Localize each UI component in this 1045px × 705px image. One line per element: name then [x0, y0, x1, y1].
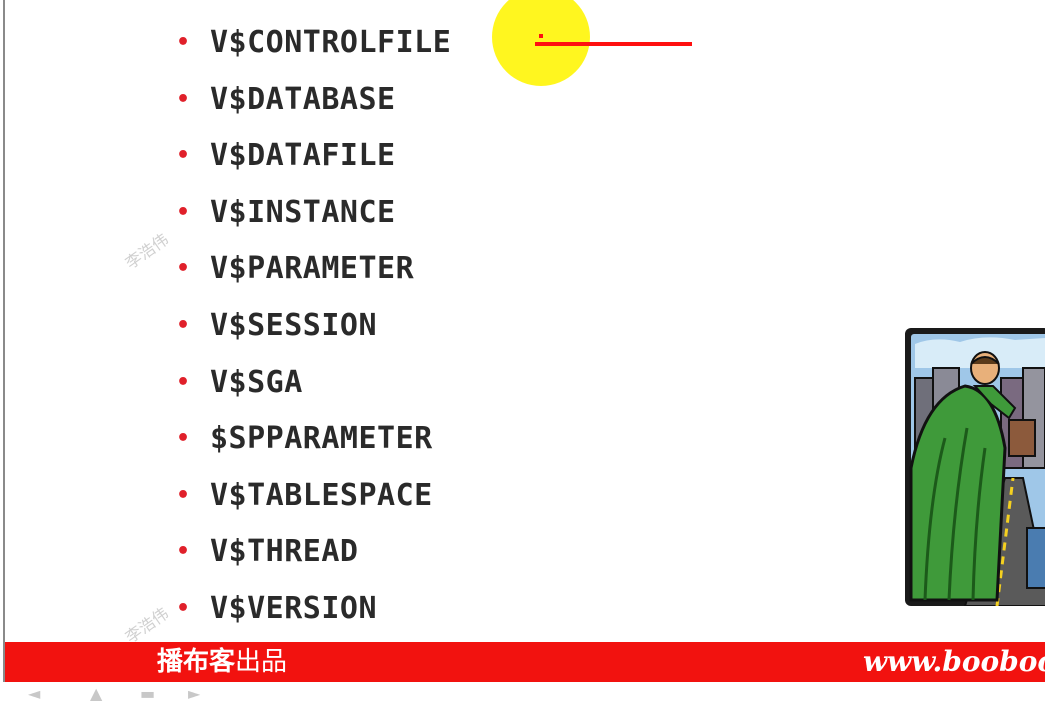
list-item: • $SPPARAMETER: [176, 416, 451, 473]
nav-up-icon[interactable]: ▲: [90, 684, 102, 703]
bullet-icon: •: [176, 482, 191, 508]
bullet-icon: •: [176, 369, 191, 395]
bullet-icon: •: [176, 426, 191, 452]
bullet-icon: •: [176, 143, 191, 169]
slide-nav-strip: ◄ ▲ ▬ ►: [0, 682, 1045, 705]
city-street-clipart-icon: [905, 328, 1045, 606]
bullet-icon: •: [176, 86, 191, 112]
bullet-icon: •: [176, 199, 191, 225]
list-item-label: V$DATABASE: [210, 81, 396, 117]
list-item-label: V$PARAMETER: [210, 251, 415, 287]
list-item: • V$VERSION: [176, 586, 451, 643]
list-item-label: V$TABLESPACE: [210, 477, 433, 513]
watermark: 李浩伟: [121, 603, 172, 647]
list-item-label: V$DATAFILE: [210, 138, 396, 174]
list-item-label: V$SGA: [210, 364, 303, 400]
list-item: • V$PARAMETER: [176, 246, 451, 303]
list-item-label: V$VERSION: [210, 590, 378, 626]
footer-brand-light: 出品: [235, 647, 288, 677]
bullet-icon: •: [176, 312, 191, 338]
list-item: • V$SGA: [176, 360, 451, 417]
nav-next-icon[interactable]: ►: [188, 684, 200, 703]
footer-bar: 播布客出品 www.booboo: [5, 642, 1045, 682]
list-item-label: V$SESSION: [210, 307, 378, 343]
view-list: • V$CONTROLFILE • V$DATABASE • V$DATAFILE • V$I…: [176, 20, 451, 643]
list-item: • V$SESSION: [176, 303, 451, 360]
nav-menu-icon[interactable]: ▬: [140, 684, 155, 703]
watermark: 李浩伟: [121, 229, 172, 273]
bullet-icon: •: [176, 595, 191, 621]
footer-brand: 播布客出品: [157, 646, 287, 678]
bullet-icon: •: [176, 256, 191, 282]
slide-left-border: [3, 0, 5, 705]
pointer-line-icon: [535, 42, 692, 46]
bullet-icon: •: [176, 539, 191, 565]
list-item-label: V$INSTANCE: [210, 194, 396, 230]
list-item: • V$TABLESPACE: [176, 473, 451, 530]
bullet-icon: •: [176, 30, 191, 55]
nav-prev-icon[interactable]: ◄: [28, 684, 40, 703]
pointer-dot-icon: [539, 34, 543, 38]
slide: • V$CONTROLFILE • V$DATABASE • V$DATAFILE • V$I…: [0, 0, 1045, 705]
list-item: • V$CONTROLFILE: [176, 20, 451, 77]
footer-url-link[interactable]: www.booboo: [863, 645, 1045, 679]
list-item: • V$DATAFILE: [176, 133, 451, 190]
list-item-label: $SPPARAMETER: [210, 421, 433, 457]
list-item: • V$DATABASE: [176, 77, 451, 134]
list-item-label: V$THREAD: [210, 534, 359, 570]
list-item: • V$THREAD: [176, 529, 451, 586]
list-item: • V$INSTANCE: [176, 190, 451, 247]
footer-brand-bold: 播布客: [157, 647, 236, 677]
list-item-label: V$CONTROLFILE: [210, 25, 452, 60]
